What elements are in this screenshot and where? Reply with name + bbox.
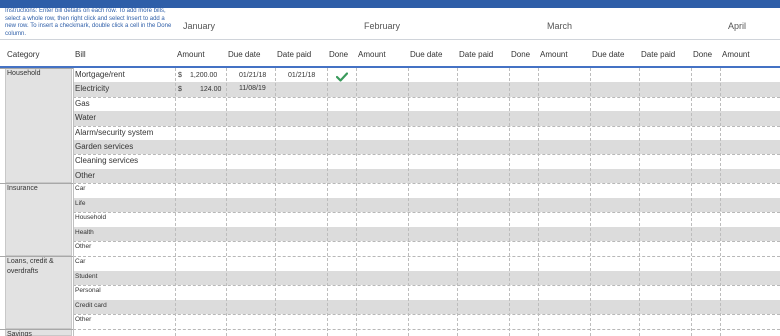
row-divider: [73, 285, 780, 287]
header-bill: Bill: [75, 50, 86, 59]
column-divider: [509, 68, 510, 336]
row-band: [73, 168, 780, 184]
bill-name[interactable]: Electricity: [75, 84, 109, 93]
mortgage-due-date[interactable]: 01/21/18: [239, 72, 266, 79]
header-done-feb: Done: [511, 50, 531, 59]
column-divider: [691, 68, 692, 336]
column-divider: [356, 68, 357, 336]
mortgage-amount[interactable]: 1,200.00: [190, 72, 217, 79]
instructions-text: Instructions: Enter bill details on each…: [5, 8, 172, 37]
row-band: [73, 111, 780, 126]
bill-name[interactable]: Garden services: [75, 142, 133, 151]
done-checkmark-icon[interactable]: [335, 69, 349, 87]
bill-name[interactable]: Water: [75, 113, 96, 122]
mortgage-date-paid[interactable]: 01/21/18: [288, 72, 315, 79]
column-divider: [590, 68, 591, 336]
bill-name[interactable]: Car: [75, 185, 85, 192]
bill-column-divider: [73, 68, 74, 336]
bill-name[interactable]: Personal: [75, 287, 101, 294]
header-amount-feb: Amount: [358, 50, 386, 59]
header-paid-jan: Date paid: [277, 50, 312, 59]
column-divider: [639, 68, 640, 336]
column-divider: [175, 68, 176, 336]
header-done-jan: Done: [329, 50, 349, 59]
bill-name[interactable]: Other: [75, 243, 91, 250]
month-january: January: [183, 21, 216, 31]
title-bar: [0, 0, 780, 8]
row-band: [73, 270, 780, 286]
category-label: Loans, credit & overdrafts: [7, 258, 54, 275]
column-divider: [457, 68, 458, 336]
column-divider: [720, 68, 721, 336]
bill-name[interactable]: Health: [75, 229, 94, 236]
row-divider: [73, 183, 780, 185]
category-label: Savings: [7, 331, 32, 336]
row-band: [73, 197, 780, 213]
row-divider: [73, 329, 780, 330]
bill-name[interactable]: Car: [75, 258, 85, 265]
header-due-mar: Due date: [592, 50, 625, 59]
row-divider: [73, 125, 780, 127]
column-divider: [275, 68, 276, 336]
header-divider: [0, 66, 780, 68]
row-divider: [73, 212, 780, 214]
header-paid-feb: Date paid: [459, 50, 494, 59]
row-band: [73, 226, 780, 242]
category-label: Household: [7, 70, 41, 77]
header-paid-mar: Date paid: [641, 50, 676, 59]
bill-name[interactable]: Cleaning services: [75, 156, 138, 165]
column-divider: [226, 68, 227, 336]
mortgage-currency[interactable]: $: [178, 72, 182, 79]
header-amount-apr: Amount: [722, 50, 750, 59]
column-divider: [327, 68, 328, 336]
header-category: Category: [7, 50, 40, 59]
header-amount-mar: Amount: [540, 50, 568, 59]
bill-name[interactable]: Household: [75, 214, 106, 221]
category-label: Insurance: [7, 185, 38, 192]
row-divider: [73, 154, 780, 156]
month-march: March: [547, 21, 573, 31]
bill-name[interactable]: Other: [75, 171, 95, 180]
electricity-amount[interactable]: 124.00: [200, 86, 221, 93]
row-divider: [73, 96, 780, 98]
header-done-mar: Done: [693, 50, 713, 59]
row-divider: [73, 314, 780, 316]
header-amount-jan: Amount: [177, 50, 205, 59]
bill-name[interactable]: Alarm/security system: [75, 128, 153, 137]
column-divider: [408, 68, 409, 336]
category-block: [5, 68, 72, 184]
column-divider: [538, 68, 539, 336]
electricity-due-date[interactable]: 11/08/19: [239, 85, 266, 92]
electricity-currency[interactable]: $: [178, 86, 182, 93]
bill-name[interactable]: Student: [75, 273, 97, 280]
month-april: April: [728, 21, 747, 31]
bill-name[interactable]: Credit card: [75, 302, 107, 309]
bill-name[interactable]: Other: [75, 316, 91, 323]
bill-name[interactable]: Gas: [75, 99, 90, 108]
row-divider: [73, 256, 780, 257]
header-due-jan: Due date: [228, 50, 261, 59]
row-divider: [73, 241, 780, 243]
header-due-feb: Due date: [410, 50, 443, 59]
bill-name[interactable]: Life: [75, 200, 85, 207]
month-february: February: [364, 21, 401, 31]
bill-name[interactable]: Mortgage/rent: [75, 70, 125, 79]
month-divider: [0, 39, 780, 40]
row-band: [73, 299, 780, 315]
row-band: [73, 140, 780, 155]
